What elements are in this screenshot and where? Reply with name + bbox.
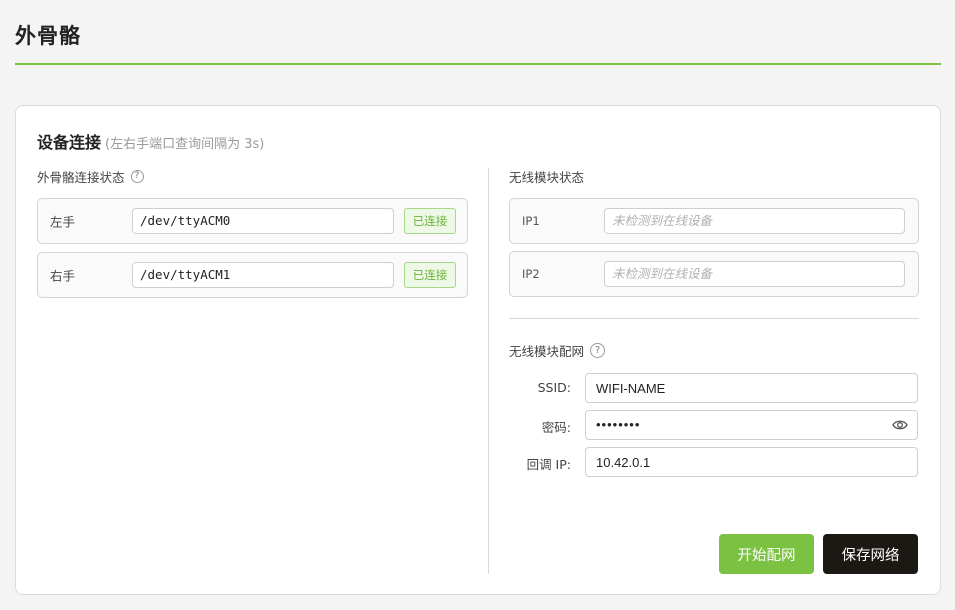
help-icon[interactable]: ? — [130, 170, 144, 183]
card-subtitle: (左右手端口查询间隔为 3s) — [105, 137, 265, 152]
port-field-left: /dev/ttyACM0 — [132, 208, 394, 234]
exo-row-right: 右手 /dev/ttyACM1 已连接 — [37, 252, 468, 298]
exo-row-left: 左手 /dev/ttyACM0 已连接 — [37, 198, 468, 244]
wireless-row-ip2: IP2 — [509, 251, 919, 297]
section-divider — [509, 318, 919, 319]
wireless-config-label: 无线模块配网 — [509, 344, 585, 359]
port-field-right: /dev/ttyACM1 — [132, 262, 394, 288]
ssid-label: SSID: — [537, 380, 571, 395]
password-input[interactable]: •••••••• — [585, 410, 918, 440]
status-badge-right: 已连接 — [404, 262, 456, 288]
callback-ip-input[interactable] — [585, 447, 918, 477]
wireless-status-section-label: 无线模块状态 — [509, 167, 584, 186]
card-title-text: 设备连接 — [37, 133, 102, 152]
exo-status-section-label: 外骨骼连接状态 ? — [37, 167, 144, 186]
ip-row-label: IP1 — [522, 214, 540, 228]
password-value: •••••••• — [596, 417, 641, 432]
ip1-field[interactable] — [604, 208, 905, 234]
exo-status-label: 外骨骼连接状态 — [37, 170, 125, 185]
device-connection-card: 设备连接 (左右手端口查询间隔为 3s) 外骨骼连接状态 ? 左手 /dev/tt… — [15, 105, 941, 595]
exo-row-label: 右手 — [50, 268, 76, 284]
ssid-input[interactable] — [585, 373, 918, 403]
save-network-button[interactable]: 保存网络 — [823, 534, 918, 574]
start-provisioning-button[interactable]: 开始配网 — [719, 534, 814, 574]
eye-icon[interactable] — [892, 418, 908, 432]
wireless-status-label: 无线模块状态 — [509, 170, 585, 185]
ip-row-label: IP2 — [522, 267, 540, 281]
wireless-row-ip1: IP1 — [509, 198, 919, 244]
column-divider — [488, 168, 489, 574]
wireless-config-section-label: 无线模块配网 ? — [509, 341, 606, 360]
card-title: 设备连接 (左右手端口查询间隔为 3s) — [37, 129, 264, 153]
password-label: 密码: — [541, 420, 571, 435]
exo-row-label: 左手 — [50, 214, 76, 230]
ip2-field[interactable] — [604, 261, 905, 287]
status-badge-left: 已连接 — [404, 208, 456, 234]
callback-ip-label: 回调 IP: — [526, 457, 571, 472]
help-icon[interactable]: ? — [590, 343, 606, 358]
title-divider — [15, 63, 941, 65]
page-title: 外骨骼 — [15, 24, 81, 48]
